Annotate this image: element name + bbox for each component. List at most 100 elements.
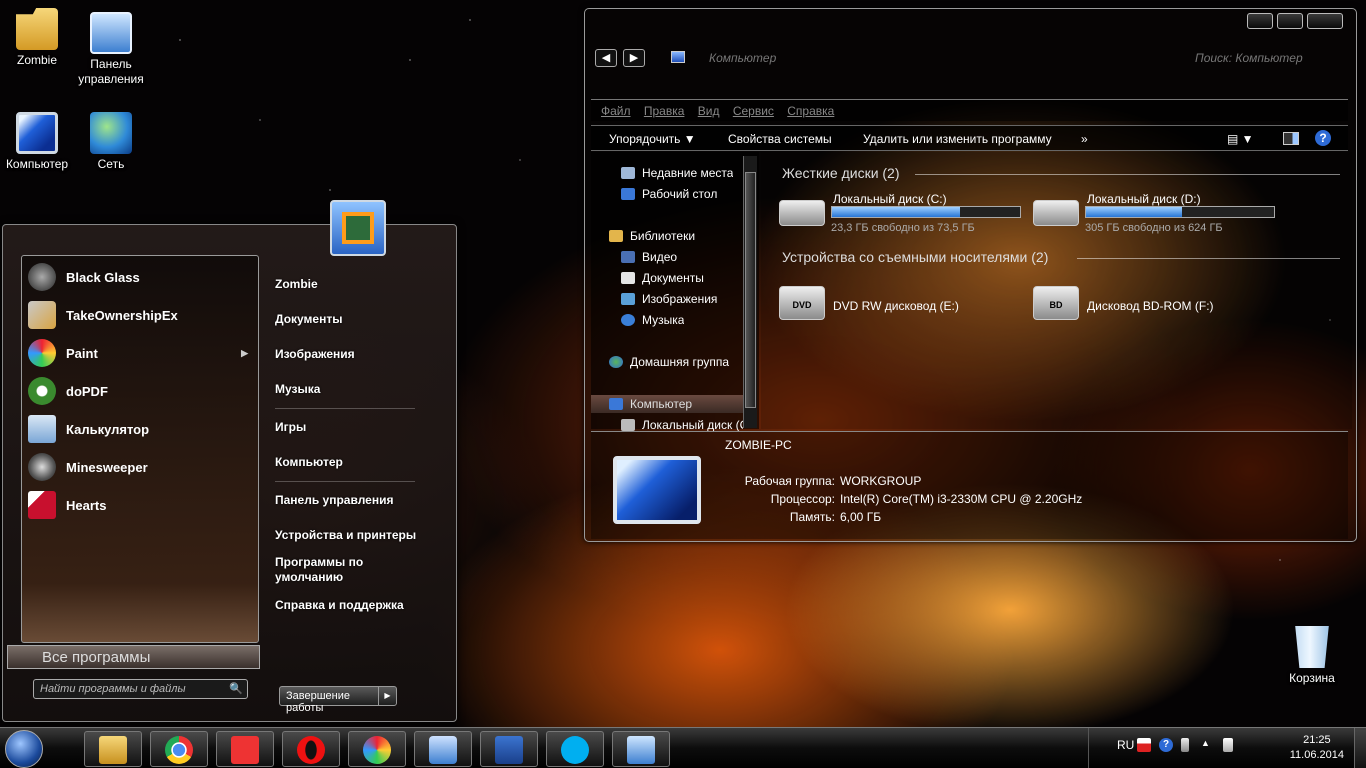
separator xyxy=(275,408,415,409)
link-pictures[interactable]: Изображения xyxy=(275,347,355,362)
nav-pictures[interactable]: Изображения xyxy=(621,290,717,308)
control-panel-icon xyxy=(90,12,132,54)
desktop-icon-network[interactable]: Сеть xyxy=(74,112,148,172)
group-header-hard-drives[interactable]: Жесткие диски (2) xyxy=(782,165,900,181)
taskbar-chrome[interactable] xyxy=(150,731,208,767)
link-default-programs[interactable]: Программы по умолчанию xyxy=(275,555,385,585)
more-commands-button[interactable]: » xyxy=(1081,132,1088,146)
link-user[interactable]: Zombie xyxy=(275,277,318,292)
help-tray-icon[interactable]: ? xyxy=(1159,738,1173,752)
details-pane: ZOMBIE-PC Рабочая группа: WORKGROUP Проц… xyxy=(591,431,1348,539)
recycle-bin-icon xyxy=(1295,626,1329,668)
desktop-icon-zombie[interactable]: Zombie xyxy=(0,8,74,68)
taskbar-word[interactable] xyxy=(480,731,538,767)
show-desktop-button[interactable] xyxy=(1354,728,1366,768)
cpu-value: Intel(R) Core(TM) i3-2330M CPU @ 2.20GHz xyxy=(840,492,1083,506)
menu-view[interactable]: Вид xyxy=(698,104,720,118)
link-music[interactable]: Музыка xyxy=(275,382,320,397)
power-tray-icon[interactable] xyxy=(1223,738,1233,752)
word-icon xyxy=(495,736,523,764)
program-paint[interactable]: Paint ▶ xyxy=(28,336,254,370)
nav-desktop[interactable]: Рабочий стол xyxy=(621,185,717,203)
group-header-removable[interactable]: Устройства со съемными носителями (2) xyxy=(782,249,1048,265)
yandex-icon xyxy=(231,736,259,764)
preview-pane-icon[interactable] xyxy=(1283,132,1299,145)
nav-recent-places[interactable]: Недавние места xyxy=(621,164,733,182)
drive-e-dvd[interactable]: DVD DVD RW дисковод (E:) xyxy=(779,282,1029,328)
pdf-tray-icon[interactable] xyxy=(1137,738,1151,752)
content-pane: Жесткие диски (2) Локальный диск (C:) 23… xyxy=(761,152,1352,429)
taskbar-media[interactable] xyxy=(414,731,472,767)
maximize-button[interactable] xyxy=(1277,13,1303,29)
link-computer[interactable]: Компьютер xyxy=(275,455,343,470)
close-button[interactable] xyxy=(1307,13,1343,29)
taskbar-paint[interactable] xyxy=(348,731,406,767)
shutdown-options-arrow-icon[interactable]: ▶ xyxy=(378,687,396,705)
opera-icon xyxy=(297,736,325,764)
computer-icon xyxy=(613,456,701,524)
scrollbar-thumb[interactable] xyxy=(745,172,756,408)
program-takeownershipex[interactable]: TakeOwnershipEx xyxy=(28,298,254,332)
menu-file[interactable]: Файл xyxy=(601,104,631,118)
clock[interactable]: 21:25 11.06.2014 xyxy=(1290,733,1344,763)
address-bar[interactable]: Компьютер xyxy=(709,51,776,65)
program-minesweeper[interactable]: Minesweeper xyxy=(28,450,254,484)
link-help-support[interactable]: Справка и поддержка xyxy=(275,598,404,613)
user-picture-tile[interactable] xyxy=(330,200,386,256)
pc-name: ZOMBIE-PC xyxy=(725,438,792,452)
forward-button[interactable]: ▶ xyxy=(623,49,645,67)
program-black-glass[interactable]: Black Glass xyxy=(28,260,254,294)
speaker-icon xyxy=(429,736,457,764)
drive-f-bd[interactable]: BD Дисковод BD-ROM (F:) xyxy=(1033,282,1283,328)
link-games[interactable]: Игры xyxy=(275,420,306,435)
program-calculator[interactable]: Калькулятор xyxy=(28,412,254,446)
link-control-panel[interactable]: Панель управления xyxy=(275,493,393,508)
program-hearts[interactable]: Hearts xyxy=(28,488,254,522)
nav-video[interactable]: Видео xyxy=(621,248,677,266)
link-documents[interactable]: Документы xyxy=(275,312,342,327)
help-icon[interactable]: ? xyxy=(1315,130,1331,146)
network-tray-icon[interactable] xyxy=(1181,738,1189,752)
desktop-icon-label: Zombie xyxy=(16,53,57,67)
nav-music[interactable]: Музыка xyxy=(621,311,684,329)
ram-value: 6,00 ГБ xyxy=(840,510,882,524)
minimize-button[interactable] xyxy=(1247,13,1273,29)
navigation-scrollbar[interactable] xyxy=(743,156,757,428)
taskbar-explorer[interactable] xyxy=(84,731,142,767)
nav-documents[interactable]: Документы xyxy=(621,269,704,287)
language-indicator[interactable]: RU xyxy=(1117,738,1134,752)
drive-d[interactable]: Локальный диск (D:) 305 ГБ свободно из 6… xyxy=(1033,192,1283,242)
menu-help[interactable]: Справка xyxy=(787,104,834,118)
menu-edit[interactable]: Правка xyxy=(644,104,685,118)
menu-tools[interactable]: Сервис xyxy=(733,104,774,118)
nav-computer[interactable]: Компьютер xyxy=(591,395,743,413)
drive-c[interactable]: Локальный диск (C:) 23,3 ГБ свободно из … xyxy=(779,192,1029,242)
dopdf-icon xyxy=(28,377,56,405)
start-button-windows-icon[interactable] xyxy=(5,730,43,768)
nav-libraries[interactable]: Библиотеки xyxy=(609,227,695,245)
all-programs-button[interactable]: Все программы xyxy=(7,645,260,669)
taskbar-yandex[interactable] xyxy=(216,731,274,767)
link-devices-printers[interactable]: Устройства и принтеры xyxy=(275,528,416,543)
shutdown-button[interactable]: Завершение работы ▶ xyxy=(279,686,397,714)
desktop-icon-control-panel[interactable]: Панель управления xyxy=(74,12,148,87)
control-panel-icon xyxy=(627,736,655,764)
program-dopdf[interactable]: doPDF xyxy=(28,374,254,408)
taskbar-skype[interactable] xyxy=(546,731,604,767)
back-button[interactable]: ◀ xyxy=(595,49,617,67)
start-search-input[interactable]: Найти программы и файлы 🔍 xyxy=(33,679,248,699)
nav-homegroup[interactable]: Домашняя группа xyxy=(609,353,729,371)
desktop-icon-recycle-bin[interactable]: Корзина xyxy=(1275,626,1349,686)
view-options-icon[interactable]: ▤ ▼ xyxy=(1227,132,1254,146)
desktop-icon-label: Корзина xyxy=(1289,671,1335,685)
show-hidden-icons-arrow[interactable]: ▲ xyxy=(1201,738,1215,752)
explorer-search-input[interactable]: Поиск: Компьютер xyxy=(1195,51,1303,65)
taskbar-opera[interactable] xyxy=(282,731,340,767)
submenu-arrow-icon[interactable]: ▶ xyxy=(241,348,248,359)
uninstall-program-button[interactable]: Удалить или изменить программу xyxy=(863,132,1052,146)
desktop-icon-computer[interactable]: Компьютер xyxy=(0,112,74,172)
user-picture-icon xyxy=(342,212,374,244)
organize-button[interactable]: Упорядочить ▼ xyxy=(609,132,696,146)
system-properties-button[interactable]: Свойства системы xyxy=(728,132,832,146)
taskbar-control-panel[interactable] xyxy=(612,731,670,767)
